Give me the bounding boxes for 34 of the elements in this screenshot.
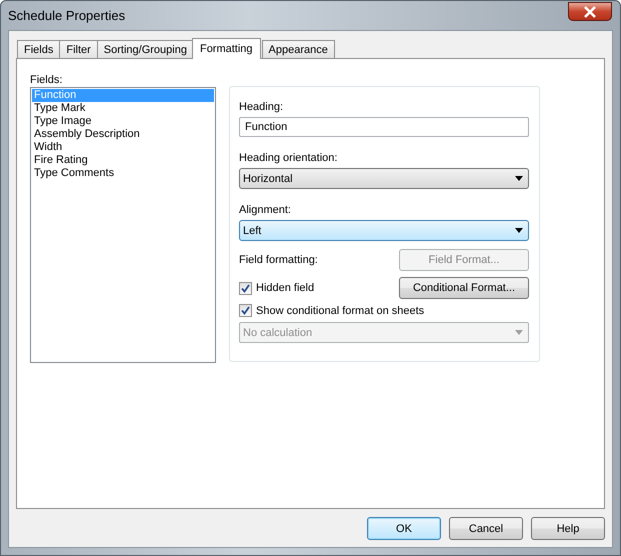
- list-item[interactable]: Type Mark: [32, 102, 214, 115]
- close-button[interactable]: [568, 2, 612, 21]
- dialog-button[interactable]: Help: [531, 517, 605, 540]
- dialog-button[interactable]: OK: [367, 517, 441, 540]
- alignment-label: Alignment:: [239, 204, 292, 217]
- tab[interactable]: Filter: [59, 40, 98, 58]
- close-icon: [583, 6, 597, 18]
- heading-label: Heading:: [239, 101, 284, 114]
- fields-list[interactable]: Function Type Mark Type Image Assembly Description Width Fire Rating Type Comments: [30, 87, 216, 363]
- list-item[interactable]: Width: [32, 141, 214, 154]
- list-item[interactable]: Type Comments: [32, 167, 214, 180]
- dropdown-arrow-icon: [515, 176, 523, 181]
- tab[interactable]: Formatting: [192, 38, 261, 59]
- hidden-field-label: Hidden field: [256, 282, 314, 294]
- list-item[interactable]: Assembly Description: [32, 128, 214, 141]
- dropdown-arrow-icon: [515, 330, 523, 335]
- heading-input-field[interactable]: Function: [239, 117, 529, 137]
- checkbox[interactable]: [239, 304, 252, 317]
- tab[interactable]: Appearance: [262, 40, 335, 58]
- fields-label: Fields:: [30, 74, 64, 87]
- list-item[interactable]: Type Image: [32, 115, 214, 128]
- show-conditional-format-label: Show conditional format on sheets: [256, 304, 424, 316]
- tab[interactable]: Sorting/Grouping: [96, 40, 194, 58]
- heading-orientation-label: Heading orientation:: [239, 152, 338, 165]
- list-item[interactable]: Fire Rating: [32, 154, 214, 167]
- conditional-format-button[interactable]: Conditional Format...: [399, 277, 529, 299]
- window-title: Schedule Properties: [8, 8, 126, 23]
- alignment-dropdown[interactable]: Left: [239, 220, 529, 241]
- tab[interactable]: Fields: [17, 40, 60, 58]
- heading-orientation-dropdown[interactable]: Horizontal: [239, 168, 529, 189]
- dialog-button[interactable]: Cancel: [449, 517, 523, 540]
- field-formatting-label: Field formatting:: [239, 254, 318, 266]
- checkbox[interactable]: [239, 282, 252, 294]
- dropdown-arrow-icon: [515, 228, 523, 233]
